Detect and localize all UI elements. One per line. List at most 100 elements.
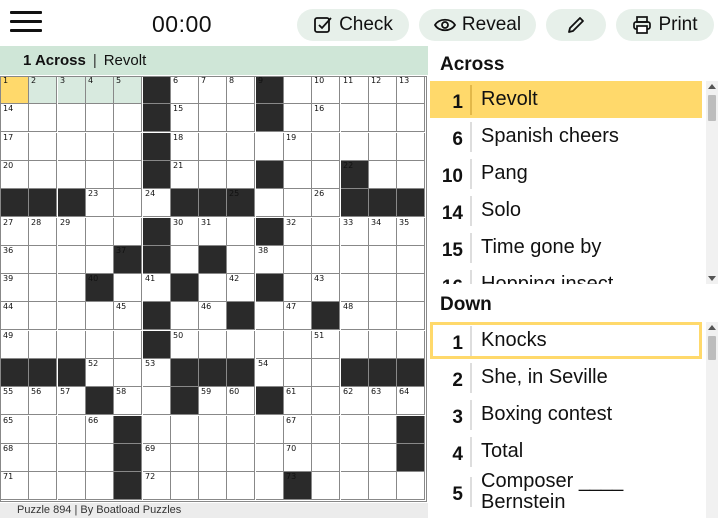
grid-cell[interactable] [227,218,255,246]
grid-cell[interactable] [369,104,397,132]
grid-cell[interactable] [114,218,142,246]
grid-cell[interactable]: 3 [58,76,86,104]
grid-cell[interactable] [199,161,227,189]
grid-cell[interactable] [114,331,142,359]
grid-cell[interactable]: 56 [29,387,57,415]
grid-cell[interactable]: 62 [341,387,369,415]
grid-cell[interactable]: 33 [341,218,369,246]
grid-cell[interactable] [341,331,369,359]
clue-item[interactable]: 1 Revolt [430,81,702,118]
scroll-up-icon[interactable] [708,325,716,330]
grid-cell[interactable]: 29 [58,218,86,246]
grid-cell[interactable] [256,189,284,217]
grid-cell[interactable]: 55 [1,387,29,415]
grid-cell[interactable]: 12 [369,76,397,104]
grid-cell[interactable]: 67 [284,416,312,444]
clue-item[interactable]: 4 Total [430,433,702,470]
down-clue-list[interactable]: 1 Knocks 2 She, in Seville 3 Boxing contest 4 T… [430,322,702,518]
grid-cell[interactable] [143,416,171,444]
clue-item[interactable]: 6 Spanish cheers [430,118,702,155]
grid-cell[interactable]: 10 [312,76,340,104]
grid-cell[interactable]: 8 [227,76,255,104]
grid-cell[interactable] [284,76,312,104]
grid-cell[interactable]: 27 [1,218,29,246]
grid-cell[interactable] [312,133,340,161]
grid-cell[interactable]: 66 [86,416,114,444]
grid-cell[interactable] [397,302,425,330]
grid-cell[interactable] [58,246,86,274]
grid-cell[interactable]: 35 [397,218,425,246]
grid-cell[interactable]: 2 [29,76,57,104]
grid-cell[interactable] [29,472,57,500]
grid-cell[interactable]: 1 [1,76,29,104]
grid-cell[interactable] [86,444,114,472]
grid-cell[interactable]: 32 [284,218,312,246]
grid-cell[interactable]: 20 [1,161,29,189]
grid-cell[interactable] [58,331,86,359]
grid-cell[interactable]: 15 [171,104,199,132]
check-button[interactable]: Check [297,9,409,41]
grid-cell[interactable]: 61 [284,387,312,415]
grid-cell[interactable]: 46 [199,302,227,330]
grid-cell[interactable] [284,189,312,217]
grid-cell[interactable] [369,444,397,472]
grid-cell[interactable]: 69 [143,444,171,472]
grid-cell[interactable]: 31 [199,218,227,246]
grid-cell[interactable] [171,444,199,472]
grid-cell[interactable] [227,161,255,189]
grid-cell[interactable] [256,472,284,500]
grid-cell[interactable] [341,444,369,472]
grid-cell[interactable]: 26 [312,189,340,217]
grid-cell[interactable] [369,302,397,330]
grid-cell[interactable]: 51 [312,331,340,359]
grid-cell[interactable]: 43 [312,274,340,302]
grid-cell[interactable]: 57 [58,387,86,415]
scroll-thumb[interactable] [708,336,716,360]
grid-cell[interactable] [199,274,227,302]
grid-cell[interactable] [199,472,227,500]
grid-cell[interactable] [227,246,255,274]
grid-cell[interactable]: 17 [1,133,29,161]
grid-cell[interactable] [341,274,369,302]
grid-cell[interactable]: 47 [284,302,312,330]
grid-cell[interactable]: 11 [341,76,369,104]
grid-cell[interactable] [227,331,255,359]
grid-cell[interactable] [171,302,199,330]
grid-cell[interactable]: 59 [199,387,227,415]
grid-cell[interactable]: 4 [86,76,114,104]
across-clue-list[interactable]: 1 Revolt 6 Spanish cheers 10 Pang 14 Solo 15 Time… [430,81,702,284]
grid-cell[interactable]: 34 [369,218,397,246]
grid-cell[interactable] [199,416,227,444]
grid-cell[interactable]: 71 [1,472,29,500]
grid-cell[interactable] [284,359,312,387]
grid-cell[interactable] [29,104,57,132]
grid-cell[interactable] [256,133,284,161]
grid-cell[interactable] [397,161,425,189]
across-scrollbar[interactable] [706,81,718,284]
grid-cell[interactable] [312,161,340,189]
grid-cell[interactable] [58,302,86,330]
grid-cell[interactable] [29,416,57,444]
grid-cell[interactable] [369,133,397,161]
grid-cell[interactable] [397,246,425,274]
grid-cell[interactable] [312,218,340,246]
grid-cell[interactable]: 36 [1,246,29,274]
clue-item[interactable]: 16 Hopping insect [430,266,702,284]
grid-cell[interactable] [58,416,86,444]
grid-cell[interactable]: 48 [341,302,369,330]
crossword-grid[interactable]: 1 2 3 4 5 6 7 8 9 10 11 12 13 14 15 16 17 18 19 20 21 22 23 24 2… [1,76,425,501]
grid-cell[interactable]: 16 [312,104,340,132]
grid-cell[interactable]: 38 [256,246,284,274]
grid-cell[interactable] [227,416,255,444]
grid-cell[interactable] [86,331,114,359]
grid-cell[interactable]: 52 [86,359,114,387]
grid-cell[interactable] [58,444,86,472]
grid-cell[interactable] [171,416,199,444]
grid-cell[interactable] [114,161,142,189]
grid-cell[interactable]: 68 [1,444,29,472]
grid-cell[interactable] [114,133,142,161]
grid-cell[interactable] [199,444,227,472]
grid-cell[interactable]: 58 [114,387,142,415]
grid-cell[interactable] [284,161,312,189]
grid-cell[interactable] [29,302,57,330]
